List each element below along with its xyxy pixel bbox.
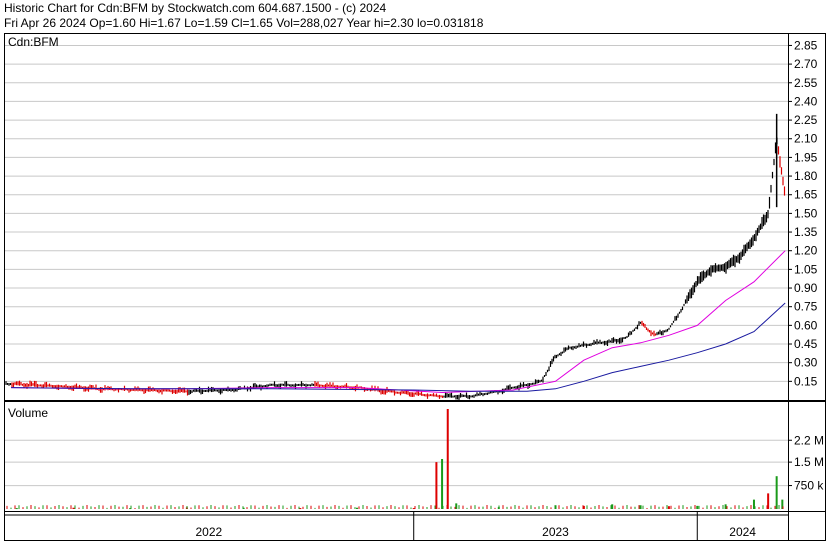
stock-chart: 2.85 2.70 2.55 2.40 2.25 2.10 1.95 1.80 1.65 1.50… [4,33,826,541]
volume-bar [667,506,670,509]
price-tick-label: 2.40 [794,94,818,108]
price-tick-label: 2.10 [794,132,818,146]
volume-bar [639,505,642,509]
price-tick-label: 2.70 [794,57,818,71]
volume-bars [6,409,784,510]
x-axis: 2022 2023 2024 [4,511,788,540]
volume-bar [611,504,614,509]
price-tick-label: 0.15 [794,374,818,388]
price-tick-label: 1.20 [794,244,818,258]
price-tick-label: 0.45 [794,337,818,351]
volume-bar [724,504,727,509]
x-axis-year-label: 2022 [196,525,223,539]
symbol-label: Cdn:BFM [8,35,59,49]
volume-panel-title: Volume [8,406,48,420]
volume-bar [696,505,699,509]
x-axis-frame [4,511,826,541]
volume-bar [15,508,18,510]
price-tick-label: 1.80 [794,169,818,183]
price-panel-frame [4,33,826,401]
moving-average-short-line [11,250,786,394]
volume-bar [412,508,415,510]
volume-bar [775,476,778,509]
volume-bar [441,459,444,509]
volume-bar [455,503,458,509]
volume-bar [299,508,302,510]
moving-average-long-line [11,302,786,392]
volume-panel-frame [4,401,826,512]
volume-tick-label: 1.5 M [794,455,824,469]
price-tick-label: 2.85 [794,38,818,52]
price-tick-label: 0.75 [794,300,818,314]
price-tick-label: 0.90 [794,281,818,295]
volume-bar [435,462,438,509]
volume-y-axis: 2.2 M 1.5 M 750 k [788,433,824,493]
volume-bar [72,507,75,509]
volume-tick-label: 750 k [794,479,824,493]
volume-bar [356,507,359,509]
price-tick-label: 1.35 [794,225,818,239]
volume-bar [446,409,449,509]
price-gridlines [4,44,788,487]
volume-tick-label: 2.2 M [794,433,824,447]
price-y-axis: 2.85 2.70 2.55 2.40 2.25 2.10 1.95 1.80 1.65 1.50… [788,38,818,388]
x-axis-year-label: 2023 [542,525,569,539]
price-tick-label: 0.60 [794,318,818,332]
price-tick-label: 1.95 [794,150,818,164]
panel-frames [4,33,826,541]
price-tick-label: 2.25 [794,113,818,127]
price-marks [5,113,786,400]
price-tick-label: 1.05 [794,262,818,276]
x-axis-year-label: 2024 [729,525,756,539]
price-tick-label: 1.65 [794,188,818,202]
price-tick-label: 0.30 [794,356,818,370]
price-tick-label: 2.55 [794,76,818,90]
price-tick-label: 1.50 [794,206,818,220]
